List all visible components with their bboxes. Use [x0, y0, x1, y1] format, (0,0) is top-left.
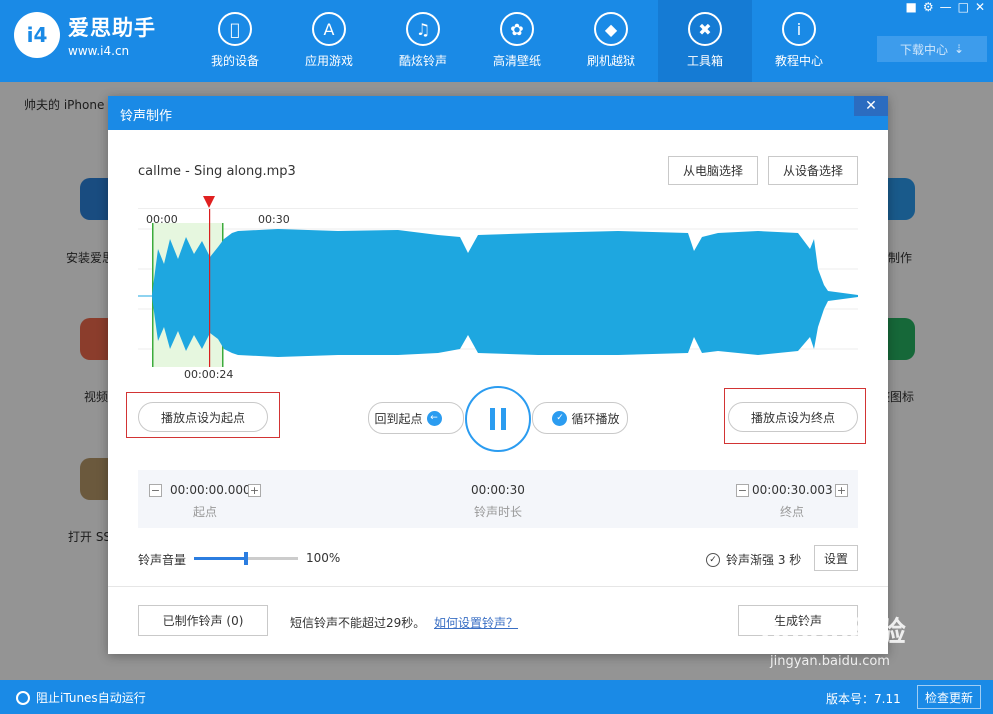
duration-value: 00:00:30: [471, 483, 525, 497]
start-time-value: 00:00:00.000: [170, 483, 251, 497]
dialog-close-button[interactable]: ✕: [854, 96, 888, 116]
playhead-marker-icon[interactable]: [203, 196, 215, 208]
fade-in-option[interactable]: ✓ 铃声渐强 3 秒: [706, 551, 801, 568]
volume-slider[interactable]: [194, 552, 298, 565]
download-icon: ⇣: [953, 42, 965, 56]
flower-icon: ✿: [500, 12, 534, 46]
maximize-icon[interactable]: □: [958, 0, 969, 14]
itunes-label: 阻止iTunes自动运行: [36, 691, 146, 705]
set-start-button[interactable]: 播放点设为起点: [138, 402, 268, 432]
dialog-title-text: 铃声制作: [120, 109, 173, 124]
loop-play-label: 循环播放: [571, 411, 620, 426]
made-ringtones-button[interactable]: 已制作铃声 (0): [138, 605, 268, 636]
minimize-icon[interactable]: —: [940, 0, 952, 14]
top-bar: i4 爱思助手 www.i4.cn  我的设备 A 应用游戏 ♫ 酷炫铃声 ✿…: [0, 0, 993, 82]
file-name: callme - Sing along.mp3: [138, 164, 296, 179]
pause-bar-icon: [501, 408, 506, 430]
sms-note: 短信铃声不能超过29秒。: [290, 616, 426, 630]
apple-icon: : [218, 12, 252, 46]
nav-toolbox[interactable]: ✖ 工具箱: [658, 0, 752, 82]
waveform-area[interactable]: 00:00 00:30: [138, 208, 858, 367]
volume-fill: [194, 557, 246, 560]
tools-icon: ✖: [688, 12, 722, 46]
end-decrement-button[interactable]: −: [736, 484, 749, 497]
nav-my-device[interactable]:  我的设备: [188, 0, 282, 82]
nav-label: 高清壁纸: [492, 54, 541, 68]
app-name: 爱思助手: [68, 16, 156, 40]
nav-ringtones[interactable]: ♫ 酷炫铃声: [376, 0, 470, 82]
nav-label: 刷机越狱: [586, 54, 635, 68]
window-controls: ■ ⚙ — □ ✕: [905, 0, 985, 14]
volume-value: 100%: [306, 551, 341, 565]
pause-bar-icon: [490, 408, 495, 430]
waveform: [138, 209, 858, 367]
nav-flash[interactable]: ◆ 刷机越狱: [564, 0, 658, 82]
ringtone-maker-dialog: 铃声制作 ✕ callme - Sing along.mp3 从电脑选择 从设备…: [108, 96, 888, 654]
set-end-button[interactable]: 播放点设为终点: [728, 402, 858, 432]
duration-label: 铃声时长: [473, 505, 522, 519]
playhead-time-label: 00:00:24: [184, 368, 234, 381]
logo-badge: i4: [14, 12, 60, 58]
nav-label: 酷炫铃声: [398, 54, 447, 68]
check-circle-icon: ✓: [706, 552, 720, 567]
end-increment-button[interactable]: +: [835, 484, 848, 497]
back-arrow-icon: ←: [426, 410, 442, 426]
app-url: www.i4.cn: [68, 44, 130, 58]
pause-button[interactable]: [465, 386, 531, 452]
shirt-icon[interactable]: ■: [905, 0, 916, 14]
close-icon[interactable]: ✕: [975, 0, 985, 14]
choose-from-device-button[interactable]: 从设备选择: [768, 156, 858, 185]
end-time-label: 终点: [779, 505, 804, 519]
download-center-button[interactable]: 下载中心 ⇣: [877, 36, 987, 62]
end-time-value: 00:00:30.003: [752, 483, 833, 497]
choose-from-pc-button[interactable]: 从电脑选择: [668, 156, 758, 185]
appstore-icon: A: [312, 12, 346, 46]
bell-icon: ♫: [406, 12, 440, 46]
app-logo: i4 爱思助手 www.i4.cn: [14, 12, 156, 58]
time-end-label: 00:30: [258, 213, 290, 226]
time-settings: − 00:00:00.000 起点 + 00:00:30 铃声时长 − 00:0…: [138, 470, 858, 528]
info-icon: i: [782, 12, 816, 46]
fade-in-label: 铃声渐强 3 秒: [726, 553, 802, 567]
status-bar: 阻止iTunes自动运行 版本号：7.11 检查更新: [0, 680, 993, 714]
end-time: 00:00:30.003 终点: [752, 483, 833, 520]
circle-icon: [16, 690, 30, 705]
volume-thumb[interactable]: [244, 552, 248, 565]
watermark-logo: Baidu经验: [760, 615, 906, 648]
check-icon: ✓: [552, 410, 568, 426]
watermark-url: jingyan.baidu.com: [770, 654, 890, 669]
back-to-start-button[interactable]: 回到起点 ←: [368, 402, 464, 434]
time-start-label: 00:00: [146, 213, 178, 226]
gear-icon[interactable]: ⚙: [923, 0, 934, 14]
back-to-start-label: 回到起点: [374, 411, 423, 426]
settings-button[interactable]: 设置: [814, 545, 858, 571]
start-time-label: 起点: [192, 505, 217, 519]
dialog-title: 铃声制作 ✕: [108, 96, 888, 130]
nav-label: 应用游戏: [304, 54, 353, 68]
start-increment-button[interactable]: +: [248, 484, 261, 497]
version-label: 版本号：7.11: [826, 692, 901, 706]
duration: 00:00:30 铃声时长: [463, 483, 533, 520]
nav-label: 工具箱: [686, 54, 723, 68]
dropbox-icon: ◆: [594, 12, 628, 46]
nav-label: 我的设备: [210, 54, 259, 68]
download-center-label: 下载中心: [899, 42, 948, 57]
start-time: 00:00:00.000 起点: [170, 483, 251, 520]
footer-divider: [108, 586, 888, 587]
nav-apps[interactable]: A 应用游戏: [282, 0, 376, 82]
nav-tutorials[interactable]: i 教程中心: [752, 0, 846, 82]
main-nav:  我的设备 A 应用游戏 ♫ 酷炫铃声 ✿ 高清壁纸 ◆ 刷机越狱 ✖ 工具箱…: [188, 0, 846, 82]
loop-play-toggle[interactable]: ✓ 循环播放: [532, 402, 628, 434]
start-decrement-button[interactable]: −: [149, 484, 162, 497]
itunes-toggle[interactable]: 阻止iTunes自动运行: [16, 689, 146, 706]
nav-wallpapers[interactable]: ✿ 高清壁纸: [470, 0, 564, 82]
check-update-button[interactable]: 检查更新: [917, 685, 981, 709]
nav-label: 教程中心: [774, 54, 823, 68]
volume-label: 铃声音量: [138, 553, 187, 567]
help-link[interactable]: 如何设置铃声？: [434, 614, 518, 631]
